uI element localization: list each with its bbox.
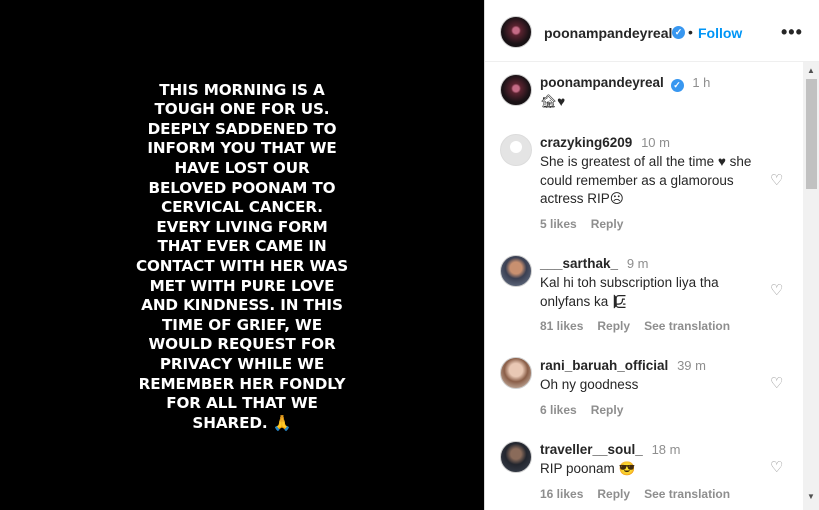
see-translation-link[interactable]: See translation <box>644 487 730 501</box>
avatar[interactable] <box>500 134 532 166</box>
story-line: BELOVED POONAM TO <box>148 178 336 197</box>
comment-time: 18 m <box>651 442 681 457</box>
caption-username-text[interactable]: poonampandeyreal <box>540 75 664 90</box>
comment-header: rani_baruah_official 39 m <box>540 358 706 373</box>
story-line: HAVE LOST OUR <box>174 159 310 178</box>
comment-text: RIP poonam 😎 <box>540 461 636 476</box>
comment-text: She is greatest of all the time ♥ she co… <box>540 154 752 206</box>
comment-likes[interactable]: 5 likes <box>540 217 577 231</box>
comments-scrollbar[interactable]: ▲ ▼ <box>803 62 819 510</box>
story-line: WOULD REQUEST FOR <box>148 335 336 354</box>
caption-username: poonampandeyreal ✓ 1 h <box>540 75 711 92</box>
comment-time: 39 m <box>677 358 706 373</box>
verified-badge-icon: ✓ <box>670 79 684 92</box>
post-header: poonampandeyreal ✓ • Follow ••• <box>485 0 819 62</box>
story-line: FOR ALL THAT WE <box>166 394 318 413</box>
comment-text: Kal hi toh subscription liya tha onlyfan… <box>540 275 719 309</box>
comment-username[interactable]: traveller__soul_ <box>540 442 643 457</box>
comment-likes[interactable]: 6 likes <box>540 403 577 417</box>
story-line: TIME OF GRIEF, WE <box>162 315 322 334</box>
reply-button[interactable]: Reply <box>597 487 630 501</box>
avatar[interactable] <box>500 74 532 106</box>
comment-likes[interactable]: 81 likes <box>540 319 583 333</box>
story-line: THAT EVER CAME IN <box>157 237 327 256</box>
heart-icon[interactable]: ♡ <box>770 171 783 189</box>
header-username[interactable]: poonampandeyreal <box>544 25 672 41</box>
comment-meta: 81 likes Reply See translation <box>540 319 744 333</box>
instagram-post-viewer: THIS MORNING IS A TOUGH ONE FOR US. DEEP… <box>0 0 819 510</box>
comment-header: traveller__soul_ 18 m <box>540 442 680 457</box>
reply-button[interactable]: Reply <box>591 217 624 231</box>
comment-time: 10 m <box>641 135 670 150</box>
comment-username[interactable]: ___sarthak_ <box>540 256 618 271</box>
reply-button[interactable]: Reply <box>591 403 624 417</box>
story-line: THIS MORNING IS A <box>159 80 325 99</box>
avatar[interactable] <box>500 357 532 389</box>
caption-time: 1 h <box>692 75 711 90</box>
story-line: PRIVACY WHILE WE <box>159 354 325 373</box>
story-line: MET WITH PURE LOVE <box>149 276 335 295</box>
comment-likes[interactable]: 16 likes <box>540 487 583 501</box>
praying-hands-icon: 🙏 <box>272 413 292 432</box>
story-line: EVERY LIVING FORM <box>156 217 328 236</box>
story-line: DEEPLY SADDENED TO <box>147 119 337 138</box>
heart-icon[interactable]: ♡ <box>770 281 783 299</box>
comment-header: crazyking6209 10 m <box>540 135 670 150</box>
heart-icon[interactable]: ♡ <box>770 458 783 476</box>
scrollbar-thumb[interactable] <box>806 79 817 189</box>
comment-username[interactable]: crazyking6209 <box>540 135 632 150</box>
comment-header: ___sarthak_ 9 m <box>540 256 649 271</box>
header-separator: • <box>688 24 693 40</box>
story-text: THIS MORNING IS A TOUGH ONE FOR US. DEEP… <box>92 81 392 434</box>
avatar[interactable] <box>500 255 532 287</box>
comment-meta: 6 likes Reply <box>540 403 637 417</box>
avatar[interactable] <box>500 16 532 48</box>
see-translation-link[interactable]: See translation <box>644 319 730 333</box>
story-line: CERVICAL CANCER. <box>161 198 323 217</box>
story-line: REMEMBER HER FONDLY <box>138 374 346 393</box>
scroll-down-icon[interactable]: ▼ <box>807 492 815 501</box>
verified-badge-icon: ✓ <box>672 26 685 39</box>
comment-text: Oh ny goodness <box>540 377 639 392</box>
more-options-icon[interactable]: ••• <box>781 22 803 43</box>
story-line-last: SHARED. 🙏 <box>92 414 392 434</box>
story-line: INFORM YOU THAT WE <box>147 139 337 158</box>
post-sidebar: poonampandeyreal ✓ • Follow ••• poonampa… <box>484 0 819 510</box>
scroll-up-icon[interactable]: ▲ <box>807 66 815 75</box>
story-line: TOUGH ONE FOR US. <box>154 100 330 119</box>
story-line: AND KINDNESS. IN THIS <box>141 296 343 315</box>
story-last-text: SHARED. <box>192 413 268 432</box>
story-image: THIS MORNING IS A TOUGH ONE FOR US. DEEP… <box>0 0 484 510</box>
heart-icon[interactable]: ♡ <box>770 374 783 392</box>
caption-text: 🏚♥ <box>540 94 566 109</box>
follow-button[interactable]: Follow <box>698 25 742 41</box>
comment-time: 9 m <box>626 256 649 271</box>
comments-list[interactable]: poonampandeyreal ✓ 1 h 🏚♥ crazyking6209 … <box>485 62 803 510</box>
comment-meta: 5 likes Reply <box>540 217 637 231</box>
story-line: CONTACT WITH HER WAS <box>135 257 349 275</box>
reply-button[interactable]: Reply <box>597 319 630 333</box>
avatar[interactable] <box>500 441 532 473</box>
comment-username[interactable]: rani_baruah_official <box>540 358 668 373</box>
comment-meta: 16 likes Reply See translation <box>540 487 744 501</box>
